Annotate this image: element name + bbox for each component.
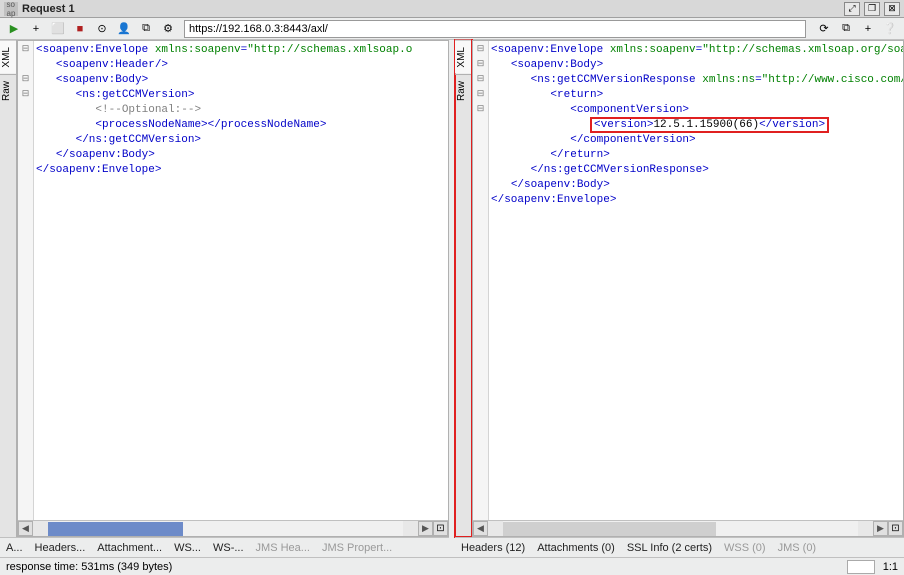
url-input[interactable] <box>184 20 806 38</box>
tab-jms-headers[interactable]: JMS Hea... <box>256 542 310 554</box>
tab-auth[interactable]: A... <box>6 542 23 554</box>
response-fold-gutter[interactable]: ⊟⊟⊟⊟⊟ <box>473 41 489 520</box>
response-bottom-tabs: Headers (12) Attachments (0) SSL Info (2… <box>455 537 904 557</box>
response-panel: XML Raw ⊟⊟⊟⊟⊟ <soapenv:Envelope xmlns:so… <box>455 40 904 537</box>
run-button[interactable]: ▶ <box>4 20 24 38</box>
status-empty-box <box>847 560 875 574</box>
window-title: Request 1 <box>22 3 844 15</box>
tool-button-3[interactable]: ⧉ <box>136 20 156 38</box>
soap-icon: soap <box>4 2 18 16</box>
response-hscroll[interactable]: ◀ ▶ ⊡ <box>473 520 903 536</box>
tab-jms-properties[interactable]: JMS Propert... <box>322 542 392 554</box>
request-side-tabs: XML Raw <box>0 40 17 537</box>
window-controls: ⤢ ❐ ⊠ <box>844 2 900 16</box>
tab-resp-sslinfo[interactable]: SSL Info (2 certs) <box>627 542 712 554</box>
scroll-left-icon[interactable]: ◀ <box>18 521 33 536</box>
request-hscroll[interactable]: ◀ ▶ ⊡ <box>18 520 448 536</box>
scroll-left-icon[interactable]: ◀ <box>473 521 488 536</box>
tab-resp-jms[interactable]: JMS (0) <box>778 542 817 554</box>
collapse-button[interactable]: ⧉ <box>836 20 856 38</box>
response-tab-xml[interactable]: XML <box>455 40 471 74</box>
request-tab-xml[interactable]: XML <box>0 40 16 74</box>
toolbar: ▶ + ⬜ ■ ⊙ 👤 ⧉ ⚙ ⟳ ⧉ + ❔ <box>0 18 904 40</box>
request-bottom-tabs: A... Headers... Attachment... WS... WS-.… <box>0 537 449 557</box>
maximize-button[interactable]: ❐ <box>864 2 880 16</box>
tool-button-2[interactable]: ⊙ <box>92 20 112 38</box>
stop-icon: ■ <box>77 23 84 35</box>
scroll-right-icon[interactable]: ▶ <box>418 521 433 536</box>
close-button[interactable]: ⊠ <box>884 2 900 16</box>
status-cursor-pos: 1:1 <box>883 561 898 573</box>
request-tab-raw[interactable]: Raw <box>0 74 16 107</box>
minimize-button[interactable]: ⤢ <box>844 2 860 16</box>
response-code[interactable]: <soapenv:Envelope xmlns:soapenv="http://… <box>489 41 903 520</box>
settings-button[interactable]: ⚙ <box>158 20 178 38</box>
tab-resp-headers[interactable]: Headers (12) <box>461 542 525 554</box>
scroll-end-icon[interactable]: ⊡ <box>888 521 903 536</box>
response-editor[interactable]: ⊟⊟⊟⊟⊟ <soapenv:Envelope xmlns:soapenv="h… <box>472 40 904 537</box>
tab-wsa[interactable]: WS-... <box>213 542 244 554</box>
response-side-tabs: XML Raw <box>455 40 472 537</box>
tab-ws[interactable]: WS... <box>174 542 201 554</box>
add-button[interactable]: + <box>26 20 46 38</box>
titlebar: soap Request 1 ⤢ ❐ ⊠ <box>0 0 904 18</box>
tab-headers[interactable]: Headers... <box>35 542 86 554</box>
stop-button[interactable]: ■ <box>70 20 90 38</box>
statusbar: response time: 531ms (349 bytes) 1:1 <box>0 557 904 575</box>
tab-resp-wss[interactable]: WSS (0) <box>724 542 766 554</box>
reload-button[interactable]: ⟳ <box>814 20 834 38</box>
request-panel: XML Raw ⊟⊟⊟ <soapenv:Envelope xmlns:soap… <box>0 40 449 537</box>
auth-button[interactable]: 👤 <box>114 20 134 38</box>
tab-attachments[interactable]: Attachment... <box>97 542 162 554</box>
status-text: response time: 531ms (349 bytes) <box>6 561 843 573</box>
help-button[interactable]: ❔ <box>880 20 900 38</box>
tab-resp-attachments[interactable]: Attachments (0) <box>537 542 615 554</box>
add-right-button[interactable]: + <box>858 20 878 38</box>
scroll-right-icon[interactable]: ▶ <box>873 521 888 536</box>
main-area: XML Raw ⊟⊟⊟ <soapenv:Envelope xmlns:soap… <box>0 40 904 537</box>
request-fold-gutter[interactable]: ⊟⊟⊟ <box>18 41 34 520</box>
response-tab-raw[interactable]: Raw <box>455 74 471 107</box>
tool-button-1[interactable]: ⬜ <box>48 20 68 38</box>
play-icon: ▶ <box>10 22 18 35</box>
scroll-end-icon[interactable]: ⊡ <box>433 521 448 536</box>
request-editor[interactable]: ⊟⊟⊟ <soapenv:Envelope xmlns:soapenv="htt… <box>17 40 449 537</box>
request-code[interactable]: <soapenv:Envelope xmlns:soapenv="http://… <box>34 41 448 520</box>
